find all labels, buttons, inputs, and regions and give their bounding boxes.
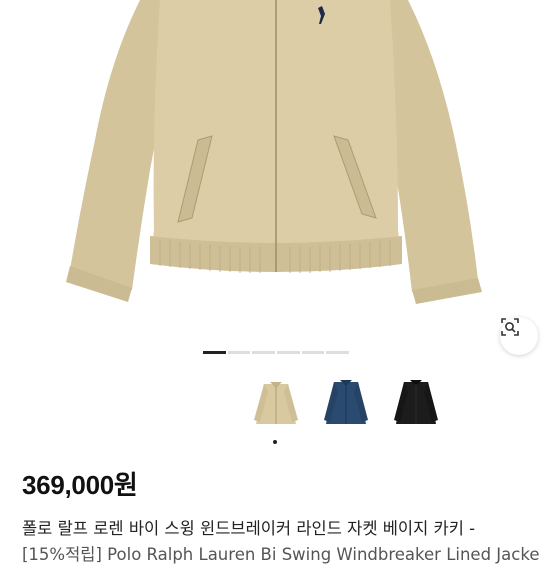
image-search-button[interactable]	[500, 317, 538, 355]
gallery-indicator-dot	[252, 351, 276, 354]
product-price: 369,000원	[22, 470, 138, 500]
gallery-indicator-dot	[326, 351, 350, 354]
jacket-image	[66, 0, 482, 304]
swatch-beige[interactable]	[246, 372, 306, 432]
product-title-korean: 폴로 랄프 로렌 바이 스윙 윈드브레이커 라인드 자켓 베이지 카키 -	[22, 519, 476, 538]
product-title-english: [15%적립] Polo Ralph Lauren Bi Swing Windb…	[22, 545, 540, 564]
swatch-beige-jacket-image	[254, 382, 298, 424]
swatch-navy-jacket-image	[324, 380, 368, 424]
swatch-black-jacket-image	[394, 380, 438, 424]
gallery-indicator-dot	[277, 351, 300, 354]
gallery-indicator-dot	[301, 351, 325, 354]
gallery-indicator-dot	[227, 351, 251, 354]
selected-swatch-indicator	[273, 440, 277, 444]
gallery-indicator-dot	[203, 351, 226, 354]
swatch-black[interactable]	[386, 372, 446, 432]
swatch-navy[interactable]	[316, 372, 376, 432]
image-search-icon	[501, 318, 519, 336]
gallery-page-indicator	[203, 351, 350, 354]
product-image[interactable]	[0, 0, 552, 370]
